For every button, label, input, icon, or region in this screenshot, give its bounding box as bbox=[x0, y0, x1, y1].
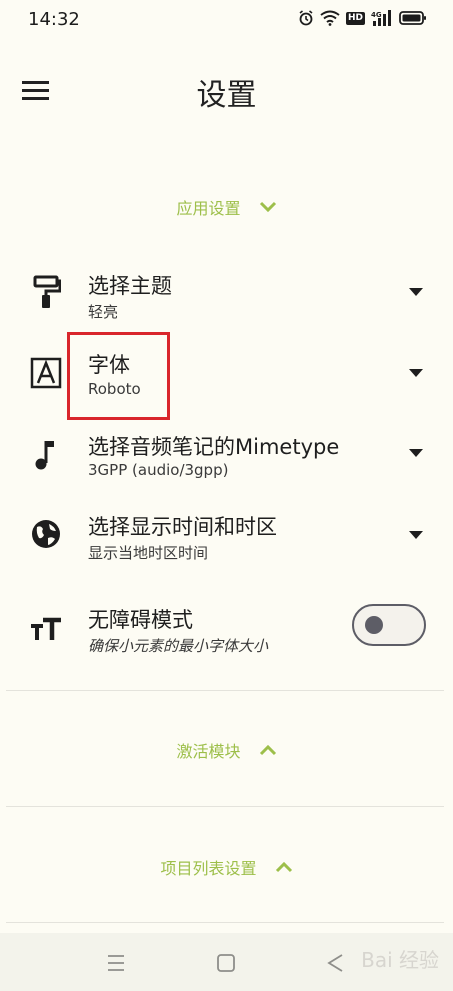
hd-badge: HD bbox=[345, 11, 365, 25]
section-app-settings-label: 应用设置 bbox=[176, 199, 241, 218]
setting-audio-value: 3GPP (audio/3gpp) bbox=[88, 461, 229, 479]
highlight-box bbox=[67, 332, 170, 420]
chevron-up-icon bbox=[259, 744, 276, 756]
home-icon[interactable] bbox=[215, 953, 237, 973]
accessibility-toggle[interactable] bbox=[352, 604, 426, 646]
setting-timezone[interactable]: 选择显示时间和时区 显示当地时区时间 bbox=[0, 500, 453, 576]
setting-audio-title: 选择音频笔记的Mimetype bbox=[88, 435, 340, 459]
toggle-knob bbox=[365, 616, 383, 634]
setting-theme-value: 轻亮 bbox=[88, 303, 119, 321]
setting-audio-mimetype[interactable]: 选择音频笔记的Mimetype 3GPP (audio/3gpp) bbox=[0, 420, 453, 496]
status-icons: HD 4G bbox=[298, 10, 427, 26]
section-project-list-settings[interactable]: 项目列表设置 bbox=[0, 855, 453, 879]
dropdown-arrow-icon bbox=[409, 449, 423, 457]
section-activate-modules[interactable]: 激活模块 bbox=[0, 738, 453, 762]
svg-text:4G: 4G bbox=[371, 11, 382, 19]
text-size-icon bbox=[28, 611, 64, 647]
watermark-logo: Bai 经验 bbox=[361, 948, 439, 972]
chevron-up-icon bbox=[275, 861, 292, 873]
section-activate-modules-label: 激活模块 bbox=[176, 742, 241, 761]
paint-roller-icon bbox=[28, 274, 64, 310]
divider bbox=[6, 690, 444, 691]
setting-theme-title: 选择主题 bbox=[88, 274, 172, 298]
music-note-icon bbox=[28, 437, 64, 473]
font-icon bbox=[28, 355, 64, 391]
page-title: 设置 bbox=[196, 78, 257, 113]
battery-icon bbox=[399, 11, 426, 25]
setting-timezone-title: 选择显示时间和时区 bbox=[88, 515, 277, 539]
divider bbox=[6, 922, 444, 923]
setting-timezone-value: 显示当地时区时间 bbox=[88, 544, 209, 562]
dropdown-arrow-icon bbox=[409, 288, 423, 296]
divider bbox=[6, 806, 444, 807]
chevron-down-icon bbox=[259, 201, 276, 213]
status-time: 14:32 bbox=[28, 9, 80, 30]
section-app-settings[interactable]: 应用设置 bbox=[0, 195, 453, 219]
back-icon[interactable] bbox=[325, 953, 347, 973]
setting-accessibility-description: 确保小元素的最小字体大小 bbox=[88, 637, 269, 655]
alarm-icon bbox=[299, 10, 313, 26]
dropdown-arrow-icon bbox=[409, 369, 423, 377]
signal-icon: 4G bbox=[371, 10, 391, 26]
setting-accessibility-title: 无障碍模式 bbox=[88, 608, 193, 632]
globe-icon bbox=[28, 516, 64, 552]
status-bar: 14:32 HD 4G bbox=[0, 0, 453, 42]
section-project-list-label: 项目列表设置 bbox=[160, 859, 257, 878]
setting-theme[interactable]: 选择主题 轻亮 bbox=[0, 258, 453, 334]
wifi-icon bbox=[320, 10, 340, 26]
dropdown-arrow-icon bbox=[409, 531, 423, 539]
settings-screen: 14:32 HD 4G 设置 应用设置 选择主题 轻亮 字体 Roboto 选择… bbox=[0, 0, 453, 991]
recent-apps-icon[interactable] bbox=[105, 953, 127, 973]
